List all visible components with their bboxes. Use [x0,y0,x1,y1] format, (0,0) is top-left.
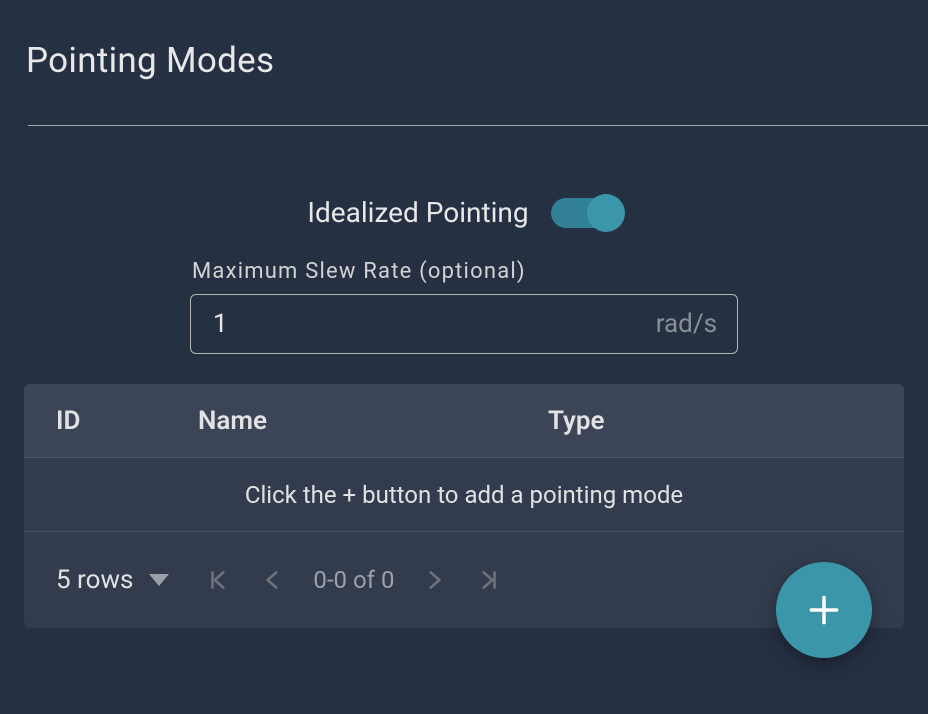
idealized-pointing-row: Idealized Pointing [0,196,928,229]
page-title: Pointing Modes [0,0,928,81]
max-slew-rate-input-wrap: rad/s [190,294,738,354]
add-pointing-mode-button[interactable] [776,562,872,658]
max-slew-rate-field: Maximum Slew Rate (optional) rad/s [190,259,738,354]
page-last-icon [475,567,501,593]
col-header-name: Name [198,406,548,436]
max-slew-rate-unit: rad/s [656,309,717,339]
table-header: ID Name Type [24,384,904,458]
idealized-pointing-toggle[interactable] [551,198,621,228]
toggle-thumb [587,194,625,232]
last-page-button[interactable] [466,558,510,602]
col-header-type: Type [548,406,872,436]
next-page-button[interactable] [412,558,456,602]
table-empty-message: Click the + button to add a pointing mod… [24,458,904,532]
first-page-button[interactable] [197,558,241,602]
prev-page-button[interactable] [251,558,295,602]
caret-down-icon [149,574,169,586]
pointing-modes-table: ID Name Type Click the + button to add a… [24,384,904,628]
plus-icon [805,591,843,629]
chevron-left-icon [260,567,286,593]
page-first-icon [206,567,232,593]
max-slew-rate-input[interactable] [213,309,656,339]
pagination-range: 0-0 of 0 [313,566,394,594]
idealized-pointing-label: Idealized Pointing [307,196,528,229]
rows-per-page-label: 5 rows [56,565,133,595]
table-footer: 5 rows 0-0 of 0 [24,532,904,628]
divider [28,125,928,126]
rows-per-page-select[interactable]: 5 rows [56,565,169,595]
col-header-id: ID [56,406,198,436]
max-slew-rate-label: Maximum Slew Rate (optional) [190,259,738,284]
chevron-right-icon [421,567,447,593]
